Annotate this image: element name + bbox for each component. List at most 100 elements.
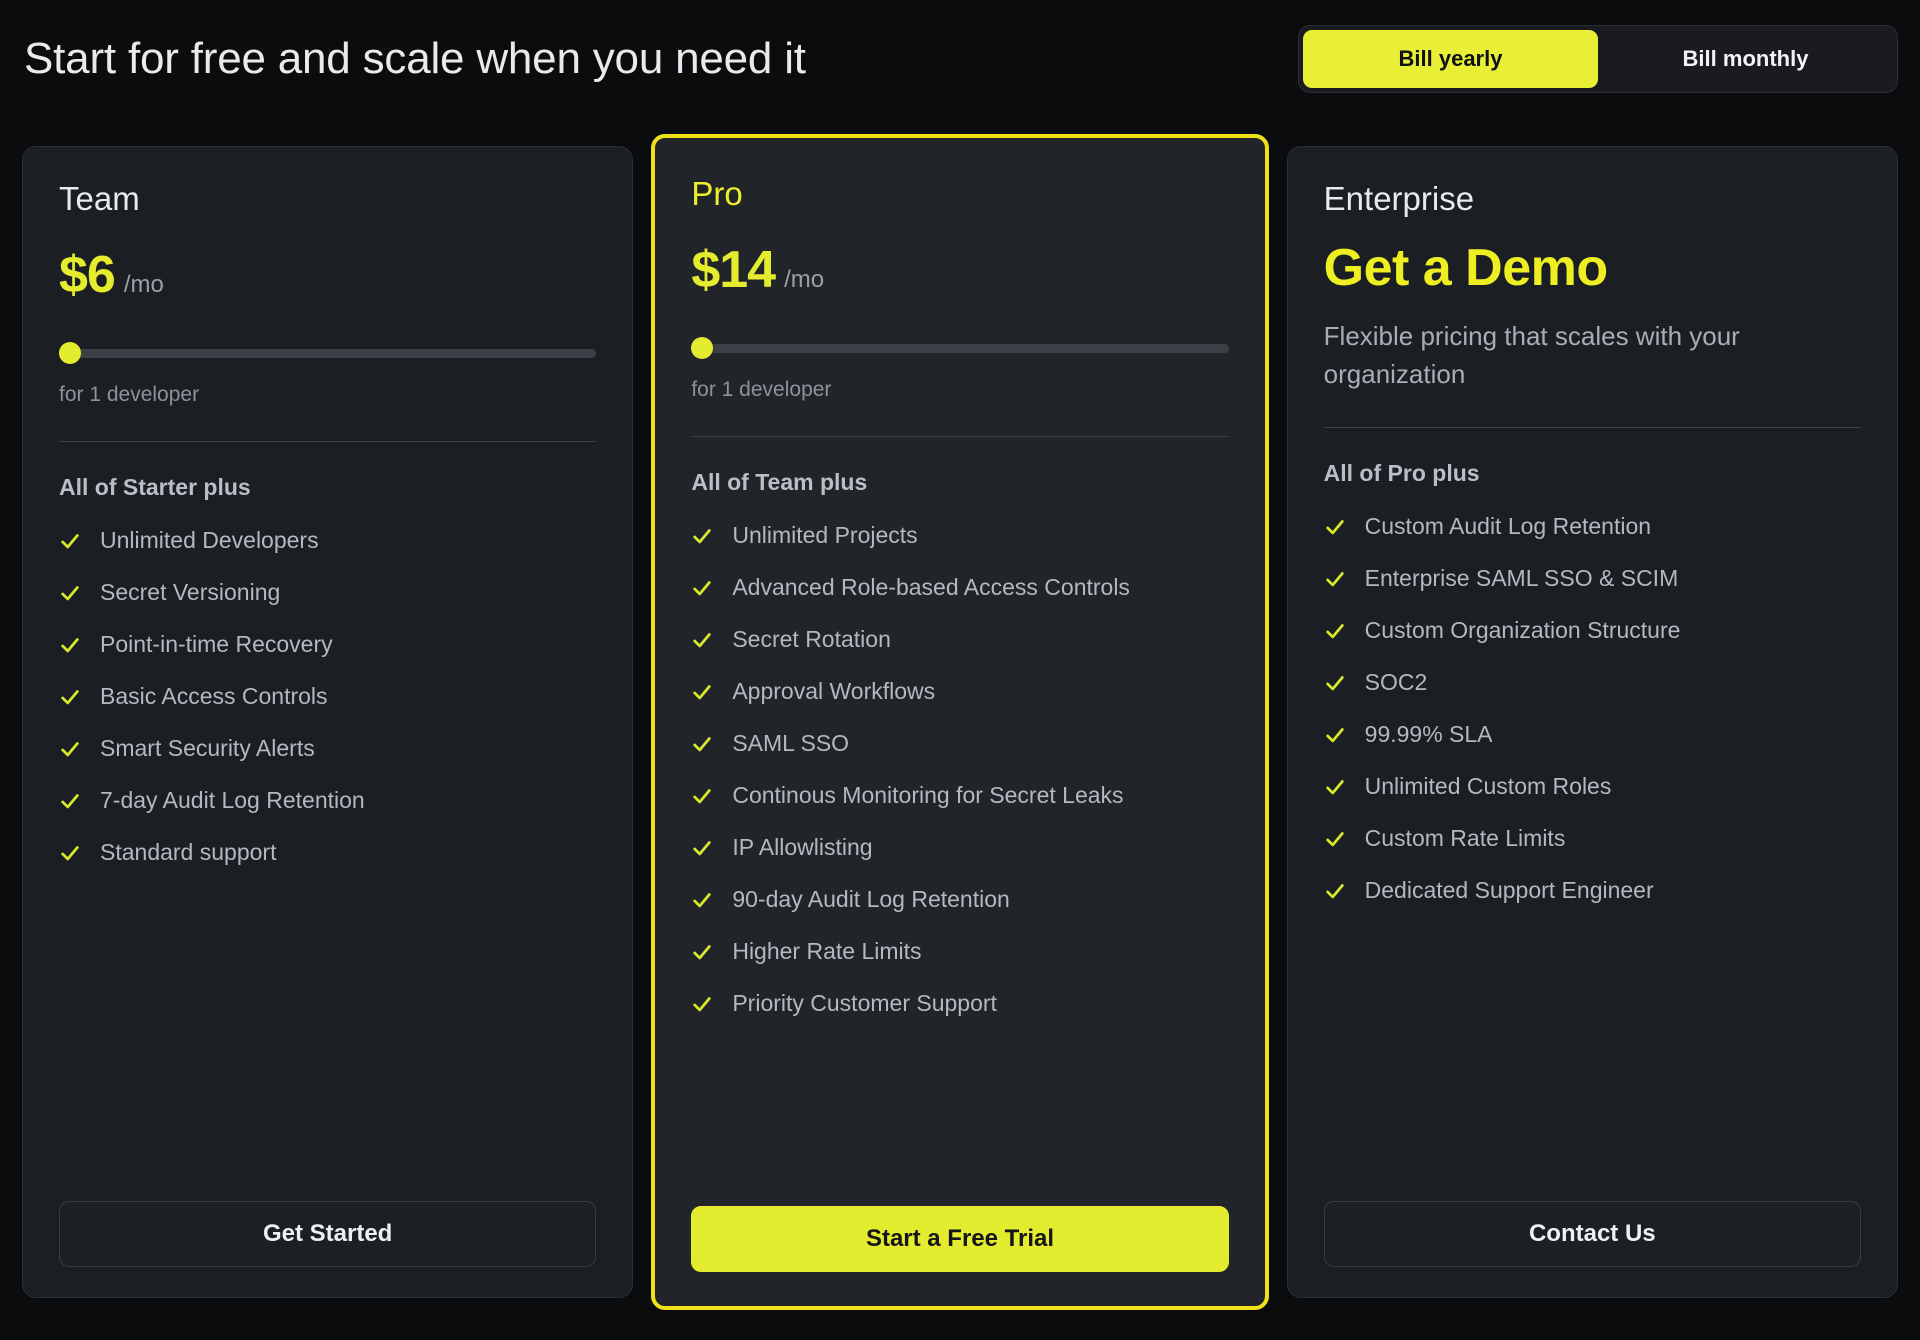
slider-caption: for 1 developer xyxy=(691,378,832,402)
feature-item: Secret Versioning xyxy=(59,579,596,606)
plan-price: $14 xyxy=(691,241,776,300)
feature-item: Higher Rate Limits xyxy=(691,938,1228,965)
feature-label: Custom Rate Limits xyxy=(1364,825,1566,852)
price-row: $14 /mo xyxy=(691,240,1228,300)
plan-name: Enterprise xyxy=(1323,180,1475,217)
features-title: All of Team plus xyxy=(691,469,868,496)
card-spacer xyxy=(59,866,596,1201)
bill-monthly-button[interactable]: Bill monthly xyxy=(1598,30,1893,88)
check-icon xyxy=(61,741,79,757)
feature-label: Secret Versioning xyxy=(100,579,281,606)
slider-track[interactable] xyxy=(691,343,1229,353)
check-icon xyxy=(61,585,79,601)
plan-name: Pro xyxy=(691,175,743,212)
feature-label: 90-day Audit Log Retention xyxy=(732,886,1010,913)
feature-label: Secret Rotation xyxy=(732,626,891,653)
pricing-card-enterprise: Enterprise Get a Demo Flexible pricing t… xyxy=(1286,146,1898,1298)
feature-label: Higher Rate Limits xyxy=(732,938,922,965)
check-icon xyxy=(693,736,712,752)
billing-period-toggle[interactable]: Bill yearly Bill monthly xyxy=(1298,25,1898,93)
check-icon xyxy=(1325,571,1344,587)
check-icon xyxy=(693,944,712,960)
feature-item: 90-day Audit Log Retention xyxy=(691,886,1228,913)
card-divider xyxy=(1323,427,1861,429)
feature-label: Unlimited Projects xyxy=(732,522,918,549)
check-icon xyxy=(61,793,79,809)
features-title: All of Pro plus xyxy=(1323,460,1480,487)
check-icon xyxy=(693,580,712,596)
feature-item: Unlimited Custom Roles xyxy=(1324,773,1861,800)
features-title: All of Starter plus xyxy=(59,474,251,501)
check-icon xyxy=(61,845,79,861)
feature-label: Standard support xyxy=(100,839,277,866)
feature-label: Enterprise SAML SSO & SCIM xyxy=(1364,565,1679,592)
features-list: Unlimited Developers Secret Versioning P… xyxy=(59,527,596,866)
check-icon xyxy=(693,788,712,804)
page-title: Start for free and scale when you need i… xyxy=(24,34,806,83)
check-icon xyxy=(1325,623,1344,639)
price-row: $6 /mo xyxy=(59,245,596,305)
check-icon xyxy=(1325,727,1344,743)
check-icon xyxy=(1325,831,1344,847)
feature-item: Unlimited Projects xyxy=(691,522,1228,549)
feature-item: Basic Access Controls xyxy=(59,683,596,710)
feature-item: Enterprise SAML SSO & SCIM xyxy=(1324,565,1861,592)
feature-label: Unlimited Custom Roles xyxy=(1364,773,1612,800)
slider-thumb[interactable] xyxy=(691,337,714,360)
check-icon xyxy=(1325,519,1344,535)
check-icon xyxy=(693,528,712,544)
feature-item: Custom Organization Structure xyxy=(1324,617,1861,644)
feature-label: Priority Customer Support xyxy=(732,990,997,1017)
plan-price-period: /mo xyxy=(784,266,825,294)
check-icon xyxy=(1325,779,1344,795)
developer-count-slider[interactable] xyxy=(59,342,597,365)
start-free-trial-button[interactable]: Start a Free Trial xyxy=(691,1206,1229,1272)
feature-label: SAML SSO xyxy=(732,730,850,757)
demo-subtitle: Flexible pricing that scales with your o… xyxy=(1323,320,1740,389)
page-header: Start for free and scale when you need i… xyxy=(0,0,1920,118)
feature-item: SOC2 xyxy=(1324,669,1861,696)
feature-item: Unlimited Developers xyxy=(59,527,596,554)
contact-us-button[interactable]: Contact Us xyxy=(1323,1201,1861,1267)
feature-label: Custom Organization Structure xyxy=(1364,617,1681,644)
feature-item: Priority Customer Support xyxy=(691,990,1228,1017)
card-spacer xyxy=(691,1017,1228,1206)
slider-caption: for 1 developer xyxy=(59,383,200,407)
feature-item: IP Allowlisting xyxy=(691,834,1228,861)
check-icon xyxy=(693,840,712,856)
check-icon xyxy=(693,996,712,1012)
slider-thumb[interactable] xyxy=(59,342,81,365)
plan-price: $6 xyxy=(59,246,116,305)
feature-item: Continous Monitoring for Secret Leaks xyxy=(691,782,1228,809)
features-list: Unlimited Projects Advanced Role-based A… xyxy=(691,522,1228,1017)
feature-label: Dedicated Support Engineer xyxy=(1364,877,1654,904)
check-icon xyxy=(61,533,79,549)
feature-item: Custom Rate Limits xyxy=(1324,825,1861,852)
check-icon xyxy=(61,637,79,653)
get-started-button[interactable]: Get Started xyxy=(59,1201,597,1267)
card-spacer xyxy=(1324,904,1861,1201)
pricing-card-pro: Pro $14 /mo for 1 developer All of Team … xyxy=(651,134,1269,1310)
pricing-card-team: Team $6 /mo for 1 developer All of Start… xyxy=(22,146,634,1298)
developer-count-slider[interactable] xyxy=(691,337,1229,360)
feature-label: 7-day Audit Log Retention xyxy=(100,787,365,814)
check-icon xyxy=(1325,883,1344,899)
plan-price-period: /mo xyxy=(123,271,164,299)
features-list: Custom Audit Log Retention Enterprise SA… xyxy=(1324,513,1861,904)
feature-label: SOC2 xyxy=(1364,669,1428,696)
check-icon xyxy=(693,632,712,648)
slider-track[interactable] xyxy=(59,348,597,358)
bill-yearly-button[interactable]: Bill yearly xyxy=(1303,30,1598,88)
feature-label: Custom Audit Log Retention xyxy=(1364,513,1652,540)
feature-label: Basic Access Controls xyxy=(100,683,328,710)
feature-item: SAML SSO xyxy=(691,730,1228,757)
feature-item: Approval Workflows xyxy=(691,678,1228,705)
card-divider xyxy=(691,436,1229,438)
feature-label: Approval Workflows xyxy=(732,678,936,705)
feature-label: Point-in-time Recovery xyxy=(100,631,333,658)
feature-item: Dedicated Support Engineer xyxy=(1324,877,1861,904)
feature-item: 7-day Audit Log Retention xyxy=(59,787,596,814)
feature-item: Point-in-time Recovery xyxy=(59,631,596,658)
feature-label: Unlimited Developers xyxy=(100,527,319,554)
feature-item: Standard support xyxy=(59,839,596,866)
